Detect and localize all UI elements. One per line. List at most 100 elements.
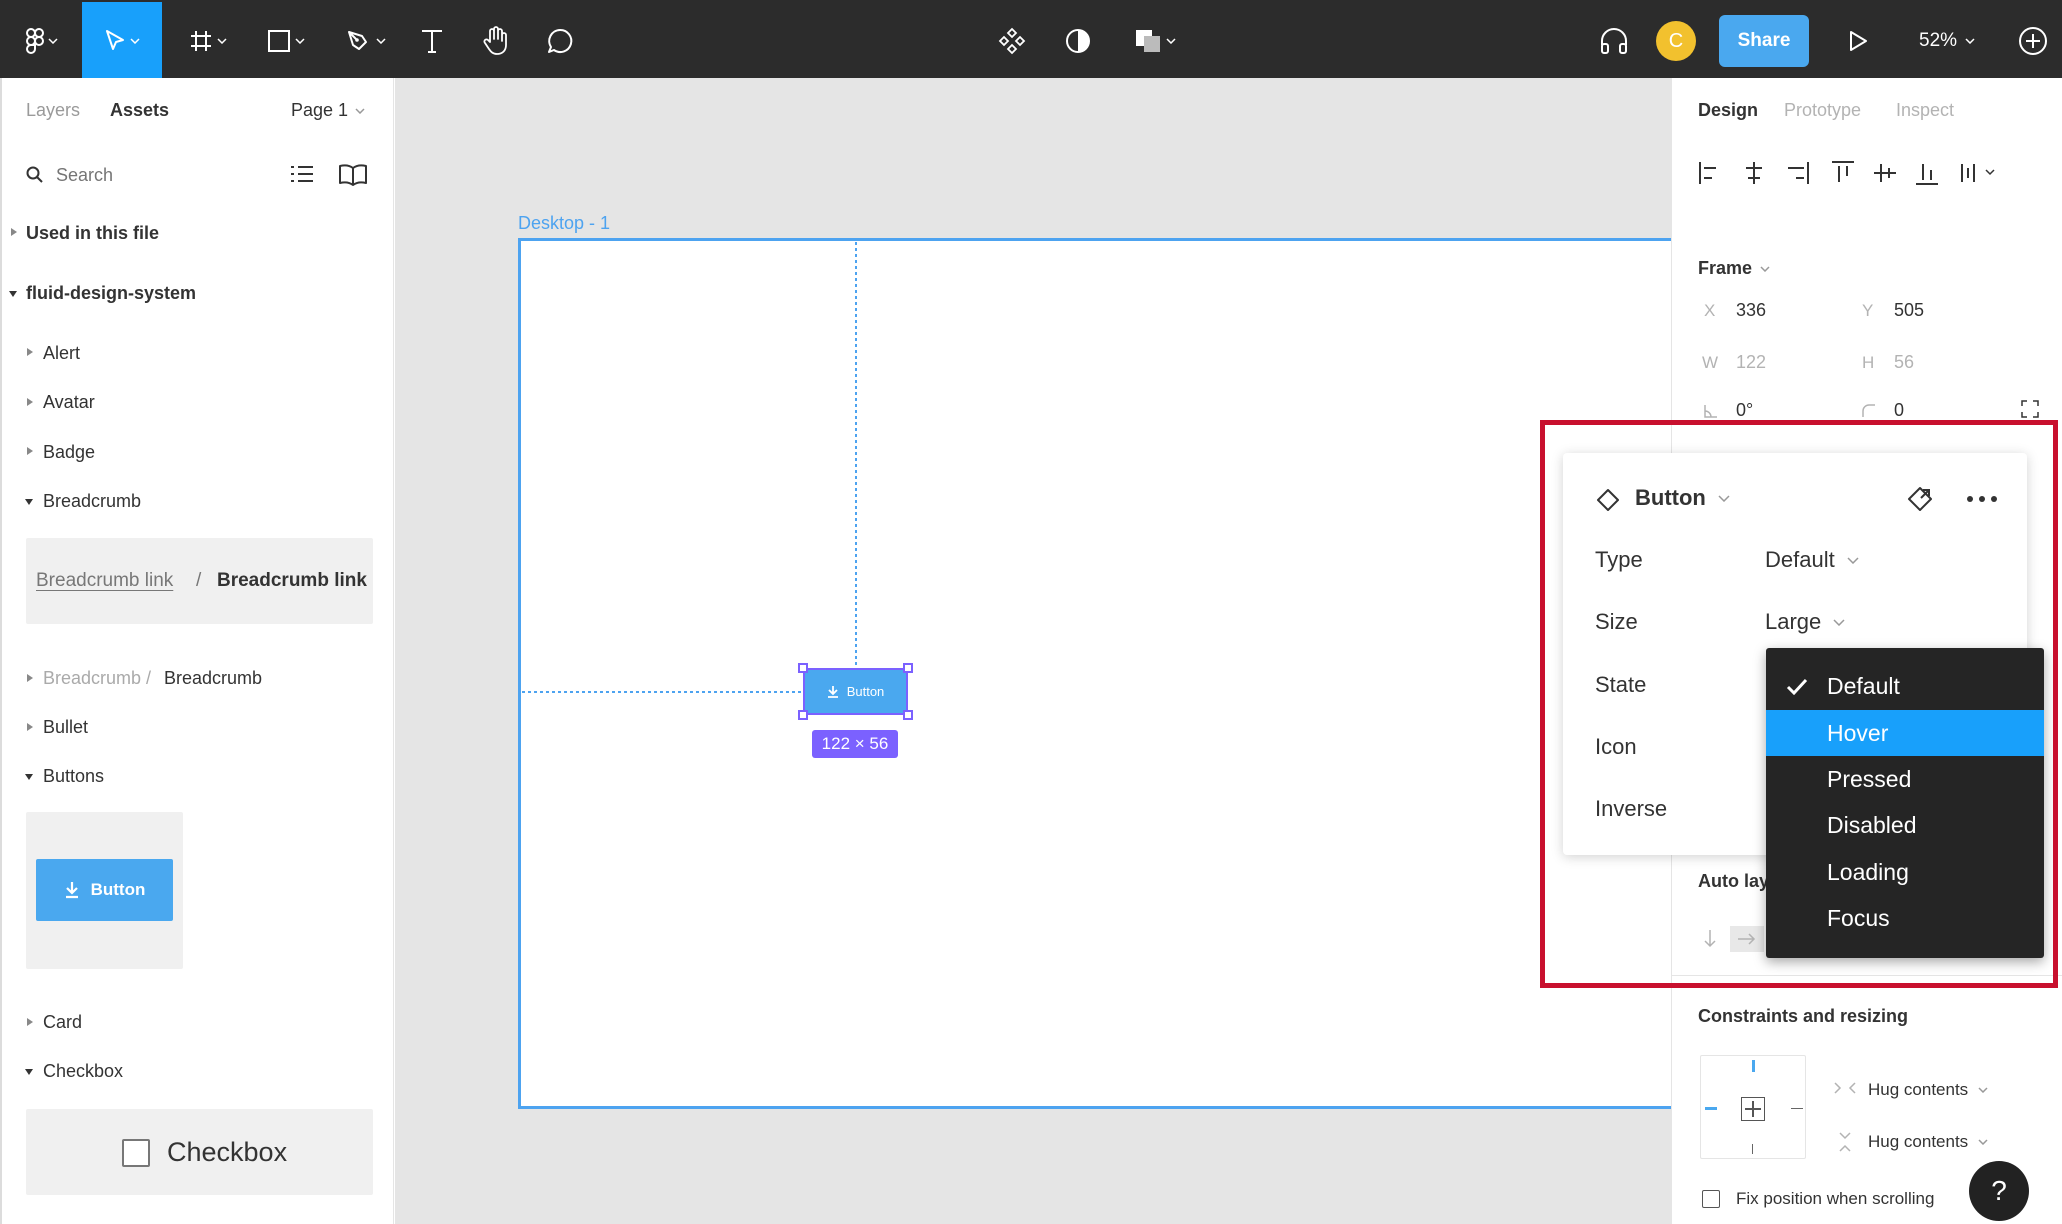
h-value-input[interactable]: 56 xyxy=(1894,352,1914,373)
collapse-arrow-icon[interactable] xyxy=(9,291,17,297)
checkbox-preview-label: Checkbox xyxy=(167,1137,288,1167)
expand-arrow-icon[interactable] xyxy=(27,1018,33,1026)
corner-radius-icon xyxy=(1862,404,1875,417)
rotation-input[interactable]: 0° xyxy=(1736,400,1753,421)
vertical-resizing-dropdown[interactable]: Hug contents xyxy=(1868,1132,1988,1152)
y-value-input[interactable]: 505 xyxy=(1894,300,1924,321)
main-menu-button[interactable] xyxy=(16,2,68,80)
frame-header-label: Frame xyxy=(1698,258,1753,278)
expand-arrow-icon[interactable] xyxy=(27,674,33,682)
section-used-in-file[interactable]: Used in this file xyxy=(26,223,159,244)
tab-design[interactable]: Design xyxy=(1698,100,1758,121)
text-tool-button[interactable] xyxy=(412,2,452,80)
resize-handle[interactable] xyxy=(903,663,913,673)
rotation-icon xyxy=(1704,405,1717,418)
boolean-button[interactable] xyxy=(1128,2,1182,80)
button-thumbnail[interactable]: Button xyxy=(26,812,183,969)
selected-button-instance[interactable]: Button xyxy=(803,668,908,715)
tab-layers[interactable]: Layers xyxy=(26,100,80,121)
expand-arrow-icon[interactable] xyxy=(11,228,17,236)
zoom-level: 52% xyxy=(1919,30,1958,51)
constraint-right[interactable] xyxy=(1791,1108,1803,1109)
breadcrumb-current: Breadcrumb link xyxy=(217,570,367,591)
breadcrumb-link: Breadcrumb link xyxy=(36,570,174,591)
expand-arrow-icon[interactable] xyxy=(27,348,33,356)
tree-item-avatar[interactable]: Avatar xyxy=(43,392,95,413)
add-button[interactable] xyxy=(2016,2,2050,80)
resize-handle[interactable] xyxy=(798,663,808,673)
constraint-left[interactable] xyxy=(1705,1107,1717,1110)
collapse-arrow-icon[interactable] xyxy=(25,1069,33,1075)
tree-item-alert[interactable]: Alert xyxy=(43,343,80,364)
size-badge: 122 × 56 xyxy=(812,730,898,758)
list-view-button[interactable] xyxy=(290,164,314,184)
mask-button[interactable] xyxy=(1058,2,1098,80)
y-label: Y xyxy=(1862,301,1874,320)
page-selector[interactable]: Page 1 xyxy=(291,100,365,121)
frame-tool-button[interactable] xyxy=(178,2,238,80)
search-input[interactable] xyxy=(56,161,256,189)
rectangle-icon xyxy=(268,30,290,52)
comment-tool-button[interactable] xyxy=(540,2,580,80)
shape-tool-button[interactable] xyxy=(256,2,316,80)
section-library[interactable]: fluid-design-system xyxy=(26,283,196,304)
tree-item-breadcrumb-parent[interactable]: Breadcrumb / xyxy=(43,668,151,689)
expand-arrow-icon[interactable] xyxy=(27,723,33,731)
tree-item-bullet[interactable]: Bullet xyxy=(43,717,88,738)
collapse-arrow-icon[interactable] xyxy=(25,499,33,505)
contrast-icon xyxy=(1066,29,1090,53)
button-preview-label: Button xyxy=(90,880,146,899)
tree-item-card[interactable]: Card xyxy=(43,1012,82,1033)
zoom-dropdown[interactable]: 52% xyxy=(1919,2,1975,80)
checkbox-thumbnail[interactable]: Checkbox xyxy=(26,1109,373,1195)
constraints-header: Constraints and resizing xyxy=(1698,1006,1909,1026)
component-button[interactable] xyxy=(992,2,1032,80)
collapse-arrow-icon[interactable] xyxy=(25,774,33,780)
x-value-input[interactable]: 336 xyxy=(1736,300,1766,321)
tab-inspect[interactable]: Inspect xyxy=(1896,100,1954,121)
tree-item-checkbox[interactable]: Checkbox xyxy=(43,1061,123,1082)
tree-item-buttons[interactable]: Buttons xyxy=(43,766,104,787)
constraints-widget[interactable] xyxy=(1700,1055,1806,1159)
chevron-down-icon xyxy=(295,38,305,44)
team-library-button[interactable] xyxy=(338,164,368,186)
present-button[interactable] xyxy=(1838,2,1878,80)
move-tool-button[interactable] xyxy=(82,2,162,80)
frame-section-header[interactable]: Frame xyxy=(1698,258,1770,279)
w-value-input[interactable]: 122 xyxy=(1736,352,1766,373)
headphones-icon xyxy=(1601,28,1627,54)
audio-button[interactable] xyxy=(1594,2,1634,80)
resize-handle[interactable] xyxy=(798,710,808,720)
constraint-top[interactable] xyxy=(1752,1060,1755,1072)
expand-arrow-icon[interactable] xyxy=(27,398,33,406)
frame-name-label[interactable]: Desktop - 1 xyxy=(518,213,610,234)
x-label: X xyxy=(1704,301,1716,320)
button-preview: Button xyxy=(36,859,173,921)
pen-tool-button[interactable] xyxy=(336,2,396,80)
hand-tool-button[interactable] xyxy=(476,2,516,80)
expand-arrow-icon[interactable] xyxy=(27,447,33,455)
figma-logo-icon xyxy=(26,28,44,54)
tree-item-breadcrumb-child[interactable]: Breadcrumb xyxy=(164,668,262,689)
breadcrumb-thumbnail[interactable]: Breadcrumb link / Breadcrumb link xyxy=(26,538,373,624)
breadcrumb-separator: / xyxy=(196,570,202,591)
top-toolbar: C Share 52% xyxy=(0,0,2062,80)
help-button[interactable]: ? xyxy=(1969,1161,2029,1221)
resize-handle[interactable] xyxy=(903,710,913,720)
independent-corners-icon[interactable] xyxy=(2021,400,2039,418)
chevron-down-icon xyxy=(217,38,227,44)
share-button[interactable]: Share xyxy=(1719,15,1809,67)
tab-prototype[interactable]: Prototype xyxy=(1784,100,1861,121)
chevron-down-icon xyxy=(376,38,386,44)
fix-position-label: Fix position when scrolling xyxy=(1736,1189,1935,1208)
tree-item-badge[interactable]: Badge xyxy=(43,442,95,463)
avatar[interactable]: C xyxy=(1656,21,1696,61)
radius-input[interactable]: 0 xyxy=(1894,400,1904,421)
h-label: H xyxy=(1862,353,1875,372)
constraint-bottom[interactable] xyxy=(1752,1144,1753,1154)
fix-position-checkbox[interactable] xyxy=(1702,1190,1720,1208)
tree-item-breadcrumb[interactable]: Breadcrumb xyxy=(43,491,141,512)
horizontal-resizing-dropdown[interactable]: Hug contents xyxy=(1868,1080,1988,1100)
constraint-center xyxy=(1741,1097,1765,1121)
tab-assets[interactable]: Assets xyxy=(110,100,169,121)
